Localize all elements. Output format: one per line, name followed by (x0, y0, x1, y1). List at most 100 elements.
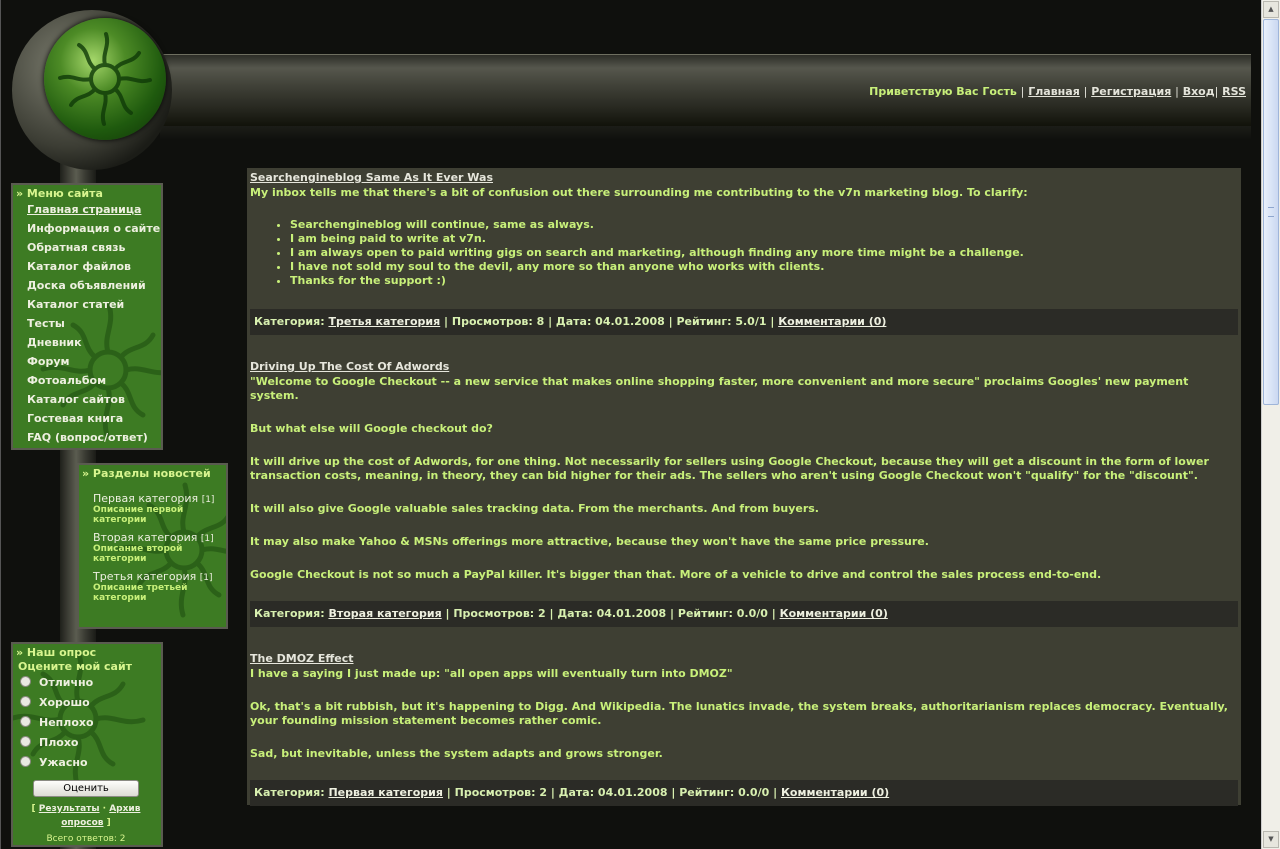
entry-title-link[interactable]: Driving Up The Cost Of Adwords (250, 359, 1238, 375)
radio-button[interactable] (20, 676, 31, 687)
menu-item-info[interactable]: Информация о сайте (27, 219, 161, 238)
radio-button[interactable] (20, 736, 31, 747)
top-navigation: Приветствую Вас Гость | Главная | Регист… (869, 85, 1246, 98)
site-menu-box: » Меню сайта Главная страница Информация… (11, 183, 163, 450)
poll-links: [ Результаты · Архив опросов ] (31, 804, 141, 828)
category-description: Описание третьей категории (93, 583, 188, 603)
scrollbar-thumb[interactable] (1263, 19, 1279, 405)
menu-item-guestbook[interactable]: Гостевая книга (27, 409, 161, 428)
radio-button[interactable] (20, 696, 31, 707)
menu-item-files[interactable]: Каталог файлов (27, 257, 161, 276)
menu-link-home[interactable]: Главная страница (27, 203, 141, 216)
greeting-text: Приветствую Вас Гость (869, 85, 1017, 98)
menu-list: Главная страница Информация о сайте Обра… (13, 200, 161, 447)
nav-rss-link[interactable]: RSS (1222, 85, 1246, 98)
radio-button[interactable] (20, 716, 31, 727)
category-link[interactable]: Третья категория (93, 570, 196, 583)
entry-comments-link[interactable]: Комментарии (0) (781, 786, 889, 799)
category-item: Первая категория [1] Описание первой кат… (79, 492, 226, 525)
menu-item-sites[interactable]: Каталог сайтов (27, 390, 161, 409)
entry-intro: My inbox tells me that there's a bit of … (250, 186, 1028, 199)
menu-item-articles[interactable]: Каталог статей (27, 295, 161, 314)
category-label: Категория: (254, 607, 325, 620)
entry-body: I have a saying I just made up: "all ope… (250, 667, 1238, 761)
entry-stats: | Просмотров: 2 | Дата: 04.01.2008 | Рей… (445, 607, 776, 620)
menu-item-diary[interactable]: Дневник (27, 333, 161, 352)
menu-item-photo[interactable]: Фотоальбом (27, 371, 161, 390)
entry-paragraph: "Welcome to Google Checkout -- a new ser… (250, 375, 1189, 402)
poll-option[interactable]: Ужасно (13, 753, 161, 773)
entry-details: Категория: Третья категория | Просмотров… (250, 309, 1238, 335)
nav-login-link[interactable]: Вход (1183, 85, 1215, 98)
category-description: Описание второй категории (93, 544, 183, 564)
site-logo-icon (44, 18, 166, 140)
poll-option-label: Неплохо (39, 716, 94, 729)
list-item: I have not sold my soul to the devil, an… (290, 260, 1238, 274)
category-link[interactable]: Первая категория (93, 492, 198, 505)
entry-body: My inbox tells me that there's a bit of … (250, 186, 1238, 288)
entry-paragraph: Ok, that's a bit rubbish, but it's happe… (250, 700, 1228, 727)
category-item: Третья категория [1] Описание третьей ка… (79, 570, 226, 603)
category-label: Категория: (254, 786, 325, 799)
poll-results-link[interactable]: Результаты (39, 804, 100, 814)
header-shadow (160, 126, 1251, 140)
category-count: [1] (199, 573, 213, 583)
entry-title-link[interactable]: Searchengineblog Same As It Ever Was (250, 170, 1238, 186)
poll-total: Всего ответов: 2 (46, 834, 126, 844)
entry-category-link[interactable]: Вторая категория (328, 607, 441, 620)
entry-paragraph: I have a saying I just made up: "all ope… (250, 667, 733, 680)
entry-comments-link[interactable]: Комментарии (0) (780, 607, 888, 620)
poll-option-label: Плохо (39, 736, 79, 749)
main-content: Searchengineblog Same As It Ever Was My … (247, 168, 1241, 806)
poll-option-label: Ужасно (39, 756, 88, 769)
entry-title-link[interactable]: The DMOZ Effect (250, 651, 1238, 667)
entry-category-link[interactable]: Третья категория (328, 315, 440, 328)
entry-paragraph: It will drive up the cost of Adwords, fo… (250, 455, 1209, 482)
poll-option[interactable]: Неплохо (13, 713, 161, 733)
nav-home-link[interactable]: Главная (1028, 85, 1080, 98)
entry-stats: | Просмотров: 2 | Дата: 04.01.2008 | Рей… (446, 786, 778, 799)
entry: Searchengineblog Same As It Ever Was My … (250, 170, 1238, 335)
scroll-down-icon[interactable]: ▼ (1263, 831, 1279, 848)
entry-body: "Welcome to Google Checkout -- a new ser… (250, 375, 1238, 582)
entry: Driving Up The Cost Of Adwords "Welcome … (250, 359, 1238, 627)
entry-category-link[interactable]: Первая категория (328, 786, 443, 799)
poll-option[interactable]: Отлично (13, 673, 161, 693)
vote-button[interactable]: Оценить (33, 780, 139, 797)
nav-register-link[interactable]: Регистрация (1091, 85, 1171, 98)
grip-icon (1268, 207, 1274, 217)
news-sections-title: » Разделы новостей (82, 467, 211, 480)
list-item: I am always open to paid writing gigs on… (290, 246, 1238, 260)
category-count: [1] (201, 495, 215, 505)
radio-button[interactable] (20, 756, 31, 767)
poll-option-label: Хорошо (39, 696, 90, 709)
list-item: Thanks for the support :) (290, 274, 1238, 288)
entry-paragraph: Sad, but inevitable, unless the system a… (250, 747, 663, 760)
poll-option[interactable]: Хорошо (13, 693, 161, 713)
poll-option[interactable]: Плохо (13, 733, 161, 753)
menu-item-home[interactable]: Главная страница (27, 200, 161, 219)
category-count: [1] (200, 534, 214, 544)
menu-item-feedback[interactable]: Обратная связь (27, 238, 161, 257)
poll-question: Оцените мой сайт (18, 660, 133, 673)
poll-title: » Наш опрос (16, 646, 97, 659)
entry-comments-link[interactable]: Комментарии (0) (778, 315, 886, 328)
menu-item-forum[interactable]: Форум (27, 352, 161, 371)
scroll-up-icon[interactable]: ▲ (1263, 1, 1279, 18)
category-label: Категория: (254, 315, 325, 328)
entry-paragraph: Google Checkout is not so much a PayPal … (250, 568, 1102, 581)
menu-item-faq[interactable]: FAQ (вопрос/ответ) (27, 428, 161, 447)
menu-item-board[interactable]: Доска объявлений (27, 276, 161, 295)
category-description: Описание первой категории (93, 505, 184, 525)
entry-bullet-list: Searchengineblog will continue, same as … (250, 218, 1238, 288)
list-item: Searchengineblog will continue, same as … (290, 218, 1238, 232)
poll-box: » Наш опрос Оцените мой сайт Отлично Хор… (11, 642, 163, 847)
menu-item-tests[interactable]: Тесты (27, 314, 161, 333)
category-link[interactable]: Вторая категория (93, 531, 197, 544)
category-item: Вторая категория [1] Описание второй кат… (79, 531, 226, 564)
list-item: I am being paid to write at v7n. (290, 232, 1238, 246)
vertical-scrollbar[interactable]: ▲ ▼ (1261, 0, 1280, 849)
news-sections-box: » Разделы новостей Первая категория [1] … (77, 463, 228, 629)
